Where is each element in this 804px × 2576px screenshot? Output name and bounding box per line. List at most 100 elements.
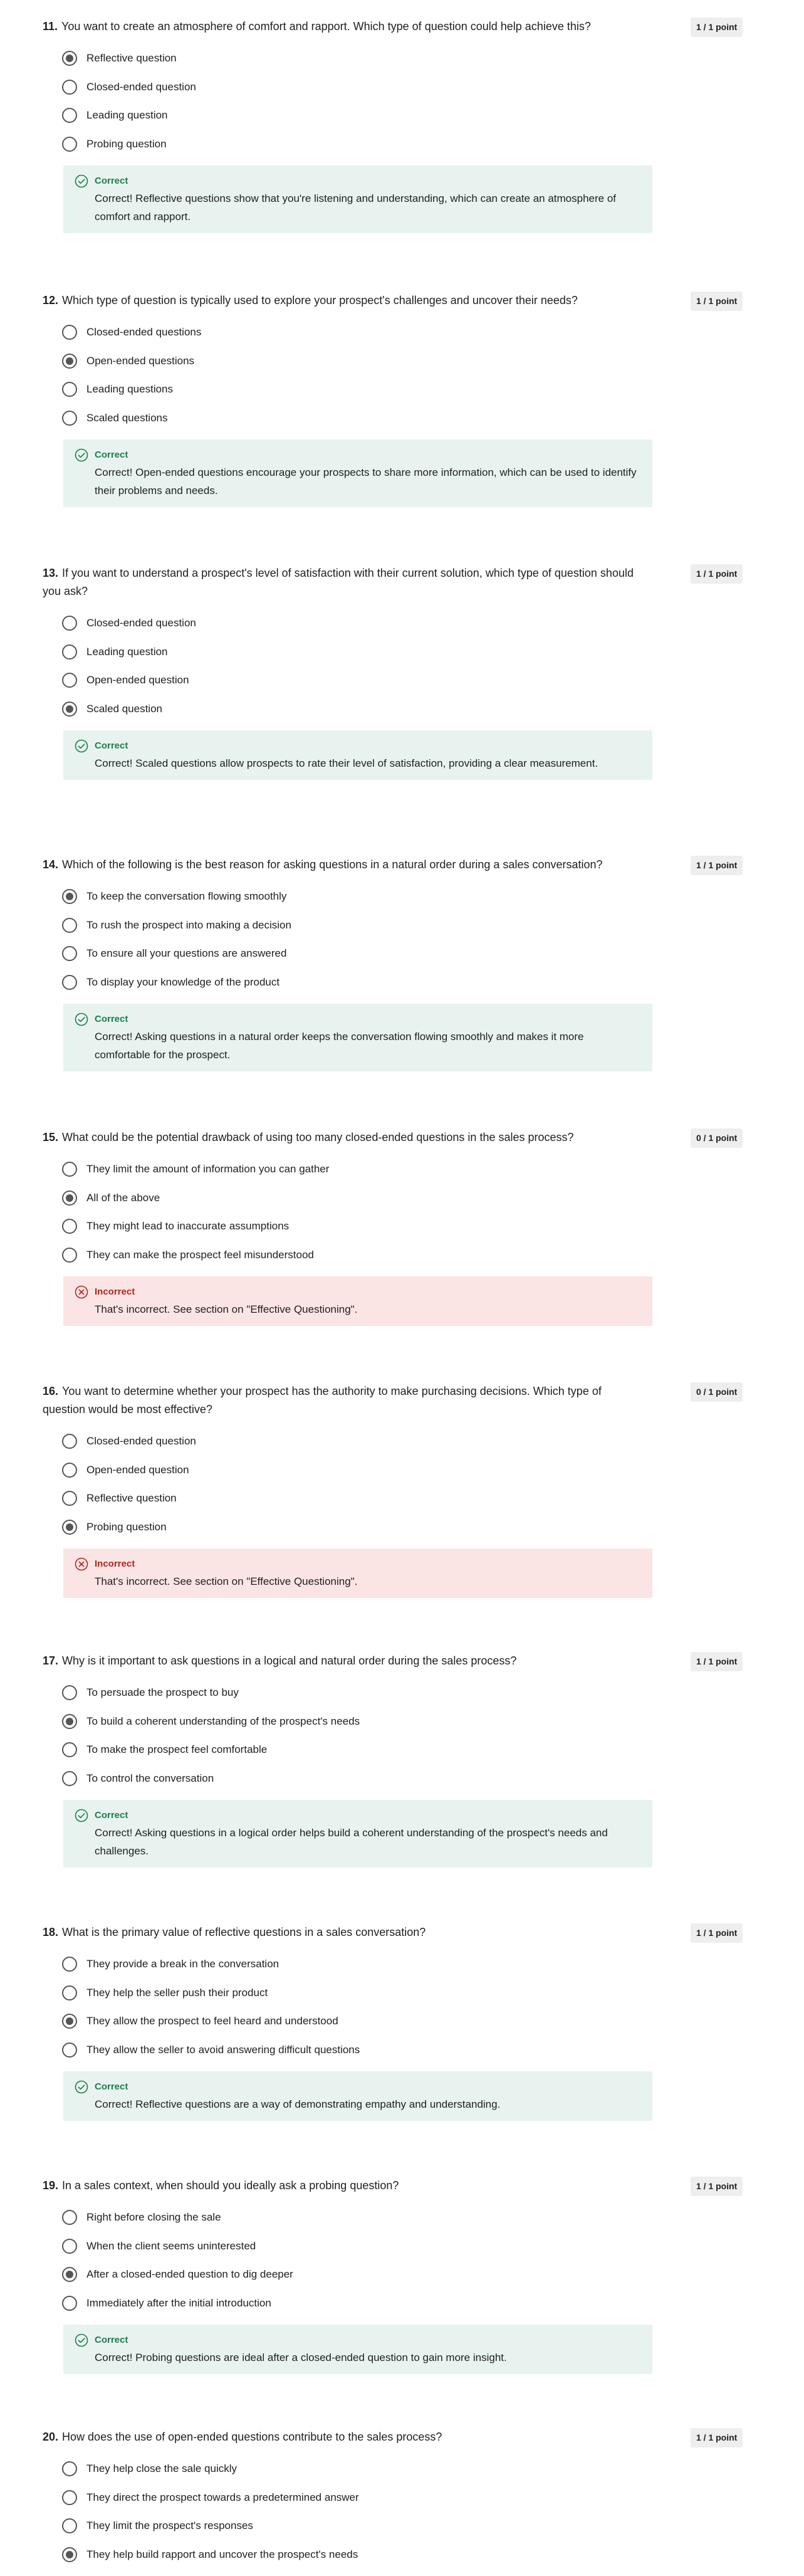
radio-unselected-icon[interactable] bbox=[62, 1985, 77, 2000]
answer-option-to-control-the-conversation[interactable]: To control the conversation bbox=[62, 1770, 626, 1787]
answer-option-to-display-your-knowledge-of-the-product[interactable]: To display your knowledge of the product bbox=[62, 974, 626, 991]
question-prompt: 17. Why is it important to ask questions … bbox=[43, 1652, 644, 1670]
radio-unselected-icon[interactable] bbox=[62, 2489, 77, 2505]
radio-unselected-icon[interactable] bbox=[62, 2238, 77, 2254]
answer-option-they-might-lead-to-inaccurate-assumptions[interactable]: They might lead to inaccurate assumption… bbox=[62, 1218, 626, 1234]
answer-option-all-of-the-above[interactable]: All of the above bbox=[62, 1190, 626, 1206]
radio-unselected-icon[interactable] bbox=[62, 644, 77, 660]
radio-selected-icon[interactable] bbox=[62, 51, 77, 66]
radio-unselected-icon[interactable] bbox=[62, 382, 77, 397]
radio-unselected-icon[interactable] bbox=[62, 136, 77, 152]
answer-option-scaled-question[interactable]: Scaled question bbox=[62, 701, 626, 717]
radio-selected-icon[interactable] bbox=[62, 2267, 77, 2282]
answer-option-label: To ensure all your questions are answere… bbox=[86, 947, 287, 959]
answer-option-right-before-closing-the-sale[interactable]: Right before closing the sale bbox=[62, 2209, 626, 2226]
answer-option-open-ended-question[interactable]: Open-ended question bbox=[62, 672, 626, 688]
correct-feedback: Correct Correct! Asking questions in a lo… bbox=[63, 1799, 652, 1868]
answer-option-open-ended-questions[interactable]: Open-ended questions bbox=[62, 353, 626, 369]
radio-unselected-icon[interactable] bbox=[62, 673, 77, 688]
radio-unselected-icon[interactable] bbox=[62, 2461, 77, 2476]
answer-option-they-direct-the-prospect-towards-a-predetermined-answer[interactable]: They direct the prospect towards a prede… bbox=[62, 2489, 626, 2506]
incorrect-feedback: Incorrect That's incorrect. See section o… bbox=[63, 1548, 652, 1598]
radio-selected-icon[interactable] bbox=[62, 889, 77, 904]
radio-unselected-icon[interactable] bbox=[62, 917, 77, 933]
answer-option-to-keep-the-conversation-flowing-smoothly[interactable]: To keep the conversation flowing smoothl… bbox=[62, 888, 626, 905]
answer-option-probing-question[interactable]: Probing question bbox=[62, 136, 626, 152]
radio-selected-icon[interactable] bbox=[62, 2547, 77, 2562]
radio-unselected-icon[interactable] bbox=[62, 2295, 77, 2311]
radio-unselected-icon[interactable] bbox=[62, 108, 77, 123]
radio-selected-icon[interactable] bbox=[62, 353, 77, 369]
question-prompt: 18. What is the primary value of reflecti… bbox=[43, 1923, 644, 1942]
answer-option-closed-ended-questions[interactable]: Closed-ended questions bbox=[62, 324, 626, 340]
radio-unselected-icon[interactable] bbox=[62, 946, 77, 961]
radio-unselected-icon[interactable] bbox=[62, 1685, 77, 1700]
answer-option-they-limit-the-amount-of-information-you-can-gather[interactable]: They limit the amount of information you… bbox=[62, 1161, 626, 1177]
correct-feedback: Correct Correct! Open-ended questions enc… bbox=[63, 439, 652, 507]
radio-unselected-icon[interactable] bbox=[62, 616, 77, 631]
score-badge: 1 / 1 point bbox=[691, 18, 743, 37]
answer-option-reflective-question[interactable]: Reflective question bbox=[62, 1490, 626, 1506]
answer-option-label: To build a coherent understanding of the… bbox=[86, 1715, 360, 1727]
radio-unselected-icon[interactable] bbox=[62, 79, 77, 95]
radio-unselected-icon[interactable] bbox=[62, 1434, 77, 1449]
answer-option-they-help-the-seller-push-their-product[interactable]: They help the seller push their product bbox=[62, 1985, 626, 2001]
answer-option-open-ended-question[interactable]: Open-ended question bbox=[62, 1462, 626, 1478]
answer-option-label: Probing question bbox=[86, 137, 167, 150]
answer-option-label: Open-ended question bbox=[86, 1463, 189, 1476]
answer-option-label: After a closed-ended question to dig dee… bbox=[86, 2268, 293, 2280]
answer-option-to-build-a-coherent-understanding-of-the-prospect-s-needs[interactable]: To build a coherent understanding of the… bbox=[62, 1713, 626, 1730]
answer-option-immediately-after-the-initial-introduction[interactable]: Immediately after the initial introducti… bbox=[62, 2295, 626, 2311]
answer-option-to-persuade-the-prospect-to-buy[interactable]: To persuade the prospect to buy bbox=[62, 1685, 626, 1701]
score-badge: 0 / 1 point bbox=[691, 1128, 743, 1148]
answer-option-closed-ended-question[interactable]: Closed-ended question bbox=[62, 79, 626, 95]
question-number: 18. bbox=[43, 1926, 59, 1938]
radio-unselected-icon[interactable] bbox=[62, 1742, 77, 1757]
answer-option-label: Open-ended questions bbox=[86, 354, 195, 367]
answer-option-when-the-client-seems-uninterested[interactable]: When the client seems uninterested bbox=[62, 2238, 626, 2254]
answer-option-probing-question[interactable]: Probing question bbox=[62, 1519, 626, 1535]
answer-option-reflective-question[interactable]: Reflective question bbox=[62, 50, 626, 66]
answer-option-they-can-make-the-prospect-feel-misunderstood[interactable]: They can make the prospect feel misunder… bbox=[62, 1247, 626, 1263]
radio-unselected-icon[interactable] bbox=[62, 1219, 77, 1234]
radio-selected-icon[interactable] bbox=[62, 701, 77, 717]
answer-option-to-ensure-all-your-questions-are-answered[interactable]: To ensure all your questions are answere… bbox=[62, 945, 626, 962]
radio-unselected-icon[interactable] bbox=[62, 1462, 77, 1478]
radio-selected-icon[interactable] bbox=[62, 1190, 77, 1206]
answer-option-label: Closed-ended question bbox=[86, 617, 196, 629]
radio-unselected-icon[interactable] bbox=[62, 1247, 77, 1263]
radio-unselected-icon[interactable] bbox=[62, 1770, 77, 1786]
radio-selected-icon[interactable] bbox=[62, 1519, 77, 1535]
answer-option-leading-question[interactable]: Leading question bbox=[62, 644, 626, 660]
radio-unselected-icon[interactable] bbox=[62, 2210, 77, 2225]
answer-option-leading-questions[interactable]: Leading questions bbox=[62, 381, 626, 397]
score-badge: 1 / 1 point bbox=[691, 564, 743, 584]
question-number: 19. bbox=[43, 2179, 59, 2192]
radio-unselected-icon[interactable] bbox=[62, 2042, 77, 2058]
radio-unselected-icon[interactable] bbox=[62, 2518, 77, 2533]
answer-option-leading-question[interactable]: Leading question bbox=[62, 107, 626, 124]
answer-option-to-make-the-prospect-feel-comfortable[interactable]: To make the prospect feel comfortable bbox=[62, 1742, 626, 1758]
answer-option-closed-ended-question[interactable]: Closed-ended question bbox=[62, 1433, 626, 1449]
answer-option-they-help-close-the-sale-quickly[interactable]: They help close the sale quickly bbox=[62, 2461, 626, 2477]
check-circle-icon bbox=[75, 739, 88, 752]
answer-option-they-help-build-rapport-and-uncover-the-prospect-s-needs[interactable]: They help build rapport and uncover the … bbox=[62, 2547, 626, 2563]
answer-option-to-rush-the-prospect-into-making-a-decision[interactable]: To rush the prospect into making a decis… bbox=[62, 917, 626, 933]
radio-unselected-icon[interactable] bbox=[62, 1162, 77, 1177]
answer-option-they-limit-the-prospect-s-responses[interactable]: They limit the prospect's responses bbox=[62, 2518, 626, 2534]
radio-selected-icon[interactable] bbox=[62, 2014, 77, 2029]
answer-option-they-allow-the-seller-to-avoid-answering-difficult-questions[interactable]: They allow the seller to avoid answering… bbox=[62, 2042, 626, 2058]
radio-selected-icon[interactable] bbox=[62, 1713, 77, 1729]
question-prompt: 12. Which type of question is typically u… bbox=[43, 292, 644, 310]
answer-option-closed-ended-question[interactable]: Closed-ended question bbox=[62, 615, 626, 631]
answer-option-they-provide-a-break-in-the-conversation[interactable]: They provide a break in the conversation bbox=[62, 1956, 626, 1972]
radio-unselected-icon[interactable] bbox=[62, 325, 77, 340]
question-prompt: 19. In a sales context, when should you i… bbox=[43, 2177, 644, 2195]
radio-unselected-icon[interactable] bbox=[62, 1957, 77, 1972]
answer-option-after-a-closed-ended-question-to-dig-deeper[interactable]: After a closed-ended question to dig dee… bbox=[62, 2266, 626, 2283]
radio-unselected-icon[interactable] bbox=[62, 1491, 77, 1506]
answer-option-they-allow-the-prospect-to-feel-heard-and-understood[interactable]: They allow the prospect to feel heard an… bbox=[62, 2013, 626, 2029]
answer-option-scaled-questions[interactable]: Scaled questions bbox=[62, 410, 626, 426]
radio-unselected-icon[interactable] bbox=[62, 410, 77, 426]
radio-unselected-icon[interactable] bbox=[62, 974, 77, 990]
